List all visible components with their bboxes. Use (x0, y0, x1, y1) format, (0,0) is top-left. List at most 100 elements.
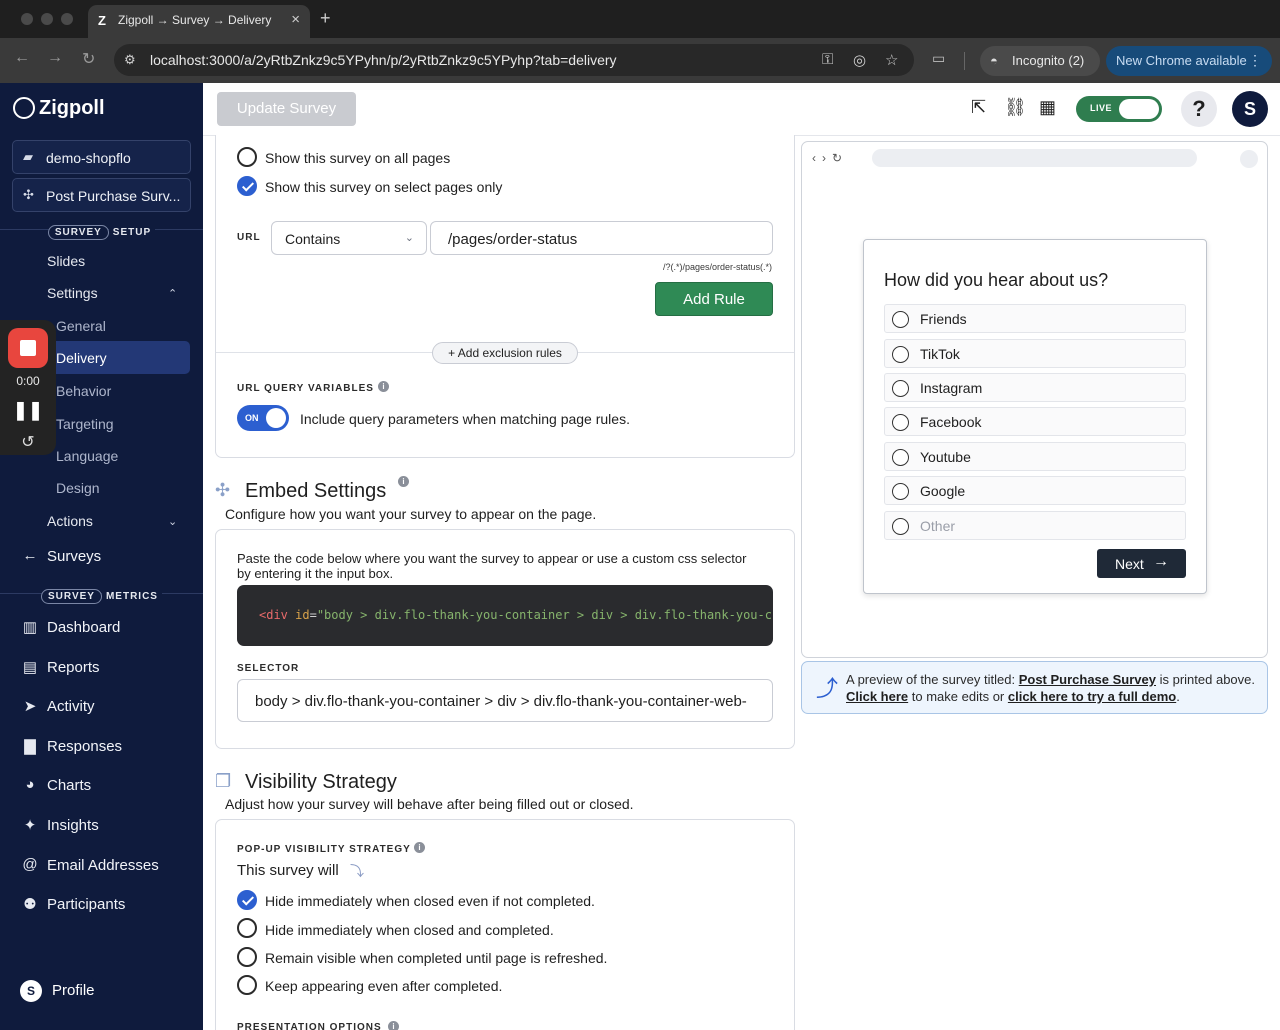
sidebar-item-insights[interactable]: ✦ Insights (20, 816, 180, 838)
sidebar-item-email-addresses[interactable]: @ Email Addresses (20, 856, 195, 878)
preview-next-button[interactable]: Next → (1097, 549, 1186, 578)
update-survey-button[interactable]: Update Survey (217, 92, 356, 126)
layers-icon: ❐ (215, 771, 232, 791)
activity-send-icon: ➤ (23, 698, 37, 715)
insights-label: Insights (47, 817, 99, 834)
sidebar-item-reports[interactable]: ▤ Reports (20, 658, 180, 680)
help-button[interactable]: ? (1181, 91, 1217, 127)
sidebar-item-settings[interactable]: Settings (47, 285, 98, 301)
radio-hide-not-completed[interactable] (237, 890, 257, 910)
profile-avatar[interactable]: S (20, 980, 42, 1002)
key-icon[interactable]: ⚿ (822, 51, 833, 68)
new-chrome-available-button[interactable]: New Chrome available ⋮ (1106, 46, 1272, 76)
stop-recording-icon[interactable] (8, 328, 48, 368)
dashboard-label: Dashboard (47, 619, 121, 636)
window-minimize-dot[interactable] (41, 13, 53, 25)
sidebar-item-actions[interactable]: Actions (47, 513, 93, 529)
notice-text-a: A preview of the survey titled: (846, 672, 1019, 687)
keep-appearing-label: Keep appearing even after completed. (265, 978, 503, 994)
popup-visibility-label: POP-UP VISIBILITY STRATEGY (237, 844, 411, 855)
external-link-icon[interactable]: ⇱ (971, 97, 986, 118)
sidebar-item-design[interactable]: Design (56, 480, 100, 496)
preview-option-friends[interactable]: Friends (884, 304, 1186, 333)
preview-option-facebook[interactable]: Facebook (884, 407, 1186, 436)
arrow-turn-down-icon: ⤵ (350, 863, 364, 879)
live-toggle[interactable]: LIVE (1076, 96, 1162, 122)
include-query-params-toggle[interactable]: ON (237, 405, 289, 431)
forward-icon[interactable]: → (47, 49, 63, 67)
qr-code-icon[interactable]: ▦ (1039, 97, 1056, 118)
eye-off-icon[interactable]: ◎ (853, 51, 866, 69)
chevron-down-icon[interactable]: ⌄ (168, 515, 177, 528)
radio-remain-visible[interactable] (237, 947, 257, 967)
sidebar-item-responses[interactable]: ▇ Responses (20, 737, 180, 759)
sidebar-item-activity[interactable]: ➤ Activity (20, 697, 180, 719)
account-selector[interactable]: ▰ demo-shopflo (12, 140, 191, 174)
sidebar-item-targeting[interactable]: Targeting (56, 416, 114, 432)
radio-circle (892, 483, 909, 500)
preview-option-other[interactable]: Other (884, 511, 1186, 540)
at-sign-icon: @ (22, 856, 38, 873)
incognito-badge[interactable]: ◓ Incognito (2) (980, 46, 1100, 76)
sidebar-item-charts[interactable]: ◕ Charts (20, 776, 180, 798)
add-exclusion-rules-button[interactable]: + Add exclusion rules (432, 342, 578, 364)
reload-icon[interactable]: ↻ (82, 49, 95, 69)
code-eq: = (309, 608, 317, 622)
window-zoom-dot[interactable] (61, 13, 73, 25)
zigpoll-logo[interactable]: Zigpoll (39, 97, 105, 120)
radio-hide-completed[interactable] (237, 918, 257, 938)
edit-survey-link[interactable]: Click here (846, 689, 908, 704)
preview-option-instagram[interactable]: Instagram (884, 373, 1186, 402)
radio-select-pages[interactable] (237, 176, 257, 196)
pause-icon[interactable]: ❚❚ (0, 400, 56, 421)
radio-all-pages[interactable] (237, 147, 257, 167)
more-vert-icon[interactable]: ⋮ (1248, 52, 1262, 69)
survey-setup-heading: SURVEY SETUP (0, 222, 203, 240)
sidebar-item-surveys[interactable]: ← Surveys (20, 547, 180, 569)
embed-code-block[interactable]: <div id="body > div.flo-thank-you-contai… (237, 585, 773, 646)
add-rule-button[interactable]: Add Rule (655, 282, 773, 316)
survey-selector[interactable]: ✣ Post Purchase Surv... (12, 178, 191, 212)
star-icon[interactable]: ☆ (885, 51, 898, 69)
survey-title-link[interactable]: Post Purchase Survey (1019, 672, 1156, 687)
sidebar-item-general[interactable]: General (56, 318, 106, 334)
selector-label: SELECTOR (237, 663, 300, 674)
info-icon[interactable]: i (378, 381, 389, 392)
option-label: Youtube (920, 449, 971, 465)
user-avatar[interactable]: S (1232, 91, 1268, 127)
css-selector-input[interactable]: body > div.flo-thank-you-container > div… (237, 679, 773, 722)
radio-circle (892, 449, 909, 466)
new-tab-icon[interactable]: + (320, 8, 331, 29)
preview-option-youtube[interactable]: Youtube (884, 442, 1186, 471)
sidebar-item-slides[interactable]: Slides (47, 253, 85, 269)
info-icon[interactable]: i (414, 842, 425, 853)
preview-option-google[interactable]: Google (884, 476, 1186, 505)
sidebar-item-participants[interactable]: ⚉ Participants (20, 895, 180, 917)
tune-icon[interactable]: ⚙ (124, 52, 136, 68)
full-demo-link[interactable]: click here to try a full demo (1008, 689, 1176, 704)
radio-keep-appearing[interactable] (237, 975, 257, 995)
chevron-up-icon[interactable]: ⌃ (168, 287, 177, 300)
cast-icon[interactable]: ▭ (932, 50, 945, 67)
url-text[interactable]: localhost:3000/a/2yRtbZnkz9c5YPyhn/p/2yR… (150, 52, 617, 68)
preview-option-tiktok[interactable]: TikTok (884, 339, 1186, 368)
restart-icon[interactable]: ↺ (0, 432, 56, 452)
tab-close-icon[interactable]: × (291, 11, 300, 28)
sidebar-item-profile[interactable]: Profile (52, 982, 95, 999)
sidebar-item-behavior[interactable]: Behavior (56, 383, 111, 399)
back-icon[interactable]: ← (14, 49, 30, 67)
sidebar-item-delivery[interactable]: Delivery (56, 350, 107, 366)
include-query-params-label: Include query parameters when matching p… (300, 411, 630, 427)
link-icon[interactable]: ⛓ (1004, 97, 1027, 118)
sidebar-item-language[interactable]: Language (56, 448, 118, 464)
browser-tab-active[interactable]: Z Zigpoll → Survey → Delivery × (88, 5, 310, 38)
info-icon[interactable]: i (398, 476, 409, 487)
window-close-dot[interactable] (21, 13, 33, 25)
address-bar[interactable]: ⚙ localhost:3000/a/2yRtbZnkz9c5YPyhn/p/2… (114, 44, 914, 76)
url-rule-input[interactable]: /pages/order-status (430, 221, 773, 255)
info-icon[interactable]: i (388, 1021, 399, 1030)
url-match-select[interactable]: Contains ⌄ (271, 221, 427, 255)
sidebar-item-dashboard[interactable]: ▥ Dashboard (20, 618, 180, 640)
option-label: Google (920, 483, 966, 499)
participants-label: Participants (47, 896, 126, 913)
